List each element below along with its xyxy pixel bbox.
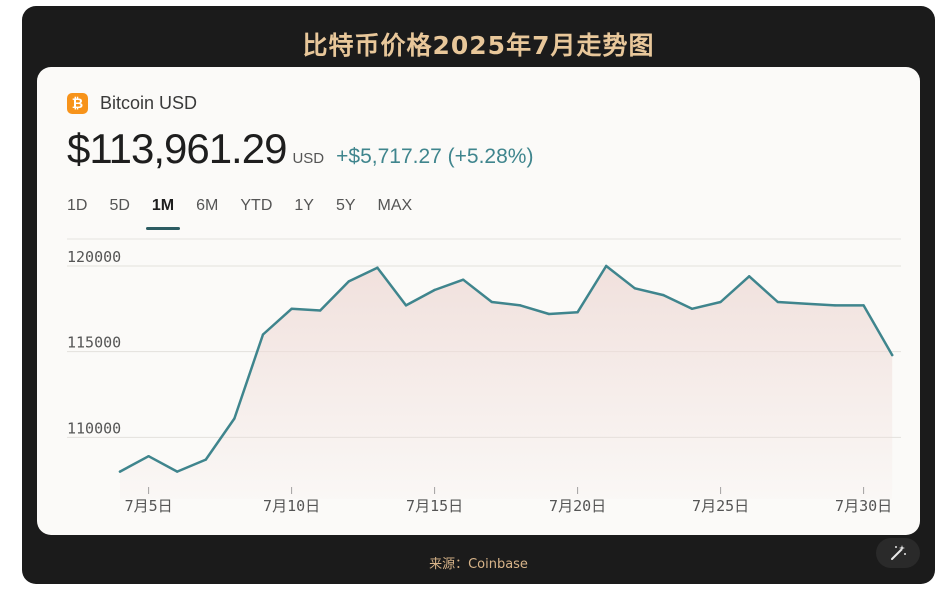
data-point bbox=[547, 312, 551, 316]
price-chart: 120000 115000 110000 7月5日 7月10日 7月15日 7月20日 7月2… bbox=[67, 238, 901, 515]
x-tick-label: 7月20日 bbox=[549, 497, 606, 515]
price-card: ₿ Bitcoin USD $113,961.29 USD +$5,717.27… bbox=[37, 67, 920, 535]
chart-frame: 比特币价格2025年7月走势图 ₿ Bitcoin USD $113,961.2… bbox=[22, 6, 935, 584]
y-tick-label: 110000 bbox=[67, 419, 121, 437]
data-point bbox=[347, 280, 350, 283]
data-point bbox=[290, 307, 293, 311]
data-point bbox=[690, 307, 694, 311]
data-point bbox=[204, 458, 207, 461]
data-point bbox=[862, 304, 865, 307]
data-point bbox=[118, 470, 122, 473]
data-point bbox=[576, 311, 579, 314]
data-point bbox=[805, 302, 808, 305]
x-tick-label: 7月15日 bbox=[406, 497, 463, 515]
magic-wand-icon bbox=[891, 545, 906, 560]
y-tick-label: 115000 bbox=[67, 334, 121, 352]
data-point bbox=[776, 300, 779, 304]
data-point bbox=[176, 470, 179, 473]
data-point bbox=[662, 293, 665, 297]
data-point bbox=[261, 333, 265, 336]
magic-wand-button[interactable] bbox=[876, 538, 920, 568]
data-point bbox=[833, 304, 837, 307]
data-point bbox=[376, 266, 379, 269]
page-title: 比特币价格2025年7月走势图 bbox=[302, 31, 655, 60]
data-point bbox=[147, 454, 150, 458]
data-point bbox=[433, 288, 436, 292]
data-point bbox=[633, 287, 636, 290]
x-tick-label: 7月5日 bbox=[125, 497, 173, 515]
y-tick-label: 120000 bbox=[67, 248, 121, 266]
source-note: 来源：Coinbase bbox=[429, 557, 528, 572]
data-point bbox=[404, 304, 408, 307]
data-point bbox=[719, 300, 722, 304]
data-point bbox=[605, 264, 608, 268]
x-tick-label: 7月25日 bbox=[692, 497, 749, 515]
data-point bbox=[233, 417, 236, 420]
data-point bbox=[891, 353, 894, 357]
data-point bbox=[462, 278, 465, 281]
data-point bbox=[519, 304, 522, 307]
data-point bbox=[490, 300, 493, 304]
x-tick-label: 7月30日 bbox=[835, 497, 892, 515]
data-point bbox=[748, 275, 751, 278]
x-tick-label: 7月10日 bbox=[263, 497, 320, 515]
data-point bbox=[319, 309, 322, 312]
